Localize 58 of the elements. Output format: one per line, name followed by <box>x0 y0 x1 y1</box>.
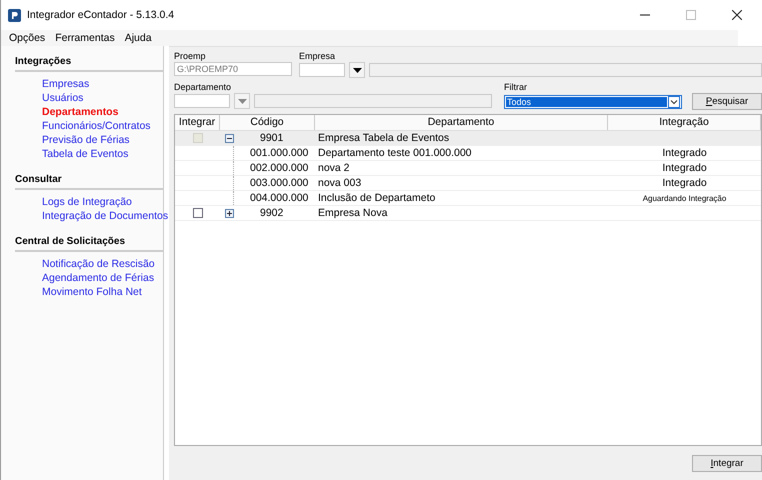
close-icon[interactable] <box>732 10 742 20</box>
search-button[interactable]: Pesquisar <box>692 93 762 110</box>
expand-icon[interactable] <box>225 208 234 218</box>
caret-icon <box>238 98 246 104</box>
code-cell: 001.000.000 <box>250 147 308 159</box>
name-cell-text: Inclusão de Departameto <box>317 192 436 204</box>
window-title: Integrador eContador - 5.13.0.4 <box>27 9 174 21</box>
field-label: Departamento <box>174 82 232 93</box>
status-cell-text: Aguardando Integração <box>642 194 728 202</box>
empresa-field[interactable] <box>299 63 345 77</box>
departamento-field[interactable] <box>174 94 230 108</box>
maximize-icon <box>686 10 696 20</box>
sidebar-link[interactable]: Movimento Folha Net <box>42 286 142 298</box>
column-header[interactable]: Departamento <box>315 115 608 130</box>
sidebar-link[interactable]: Funcionários/Contratos <box>42 120 151 132</box>
proemp-field[interactable]: G:\PROEMP70 <box>174 62 292 76</box>
section-heading: Integrações <box>15 54 164 72</box>
section-heading: Central de Solicitações <box>15 234 164 252</box>
status-cell-text: Integrado <box>661 162 708 174</box>
sidebar-link[interactable]: Usuários <box>42 92 84 104</box>
caret-icon <box>352 68 362 72</box>
name-cell-text: nova 003 <box>317 177 362 189</box>
name-cell-text: Departamento teste 001.000.000 <box>317 147 473 159</box>
filter-dropdown[interactable]: Todos <box>504 94 682 108</box>
sidebar-link[interactable]: Logs de Integração <box>42 196 132 208</box>
integrate-button[interactable]: Integrar <box>692 454 762 472</box>
sidebar-link[interactable]: Agendamento de Férias <box>42 272 154 284</box>
status-cell-text: Integrado <box>661 177 708 189</box>
dropdown-button[interactable] <box>349 62 365 78</box>
checkbox[interactable] <box>192 208 202 218</box>
code-cell: 9902 <box>260 207 284 219</box>
code-cell: 9901 <box>260 132 284 144</box>
status-cell-text: Integrado <box>661 147 708 159</box>
table-row[interactable]: 9902 Empresa Nova <box>175 206 761 221</box>
sidebar-link[interactable]: Departamentos <box>42 106 118 118</box>
code-cell: 003.000.000 <box>250 177 308 189</box>
menu-item[interactable]: Ferramentas <box>55 32 115 44</box>
sidebar-link[interactable]: Empresas <box>42 78 90 90</box>
menu-item[interactable]: Ajuda <box>124 32 152 44</box>
sidebar-link[interactable]: Tabela de Eventos <box>42 148 128 160</box>
section-heading: Consultar <box>15 172 164 190</box>
sidebar-link[interactable]: Integração de Documentos <box>42 210 168 222</box>
name-cell-text: Empresa Nova <box>317 207 388 219</box>
name-cell-text: Empresa Tabela de Eventos <box>317 132 450 144</box>
sidebar-link[interactable]: Notificação de Rescisão <box>42 258 155 270</box>
field-label: Filtrar <box>504 82 528 93</box>
column-header[interactable]: Integração <box>608 115 761 130</box>
chevron-icon <box>668 96 680 108</box>
column-header[interactable]: Integrar <box>175 115 220 130</box>
sidebar-link[interactable]: Previsão de Férias <box>42 134 130 146</box>
code-cell: 002.000.000 <box>250 162 308 174</box>
field-label: Empresa <box>299 51 336 62</box>
column-header[interactable]: Código <box>220 115 315 130</box>
menu-item[interactable]: Opções <box>9 32 46 44</box>
name-cell-text: nova 2 <box>317 162 351 174</box>
code-cell: 004.000.000 <box>250 192 308 204</box>
app-logo-icon <box>8 8 21 22</box>
field-label: Proemp <box>174 51 207 62</box>
